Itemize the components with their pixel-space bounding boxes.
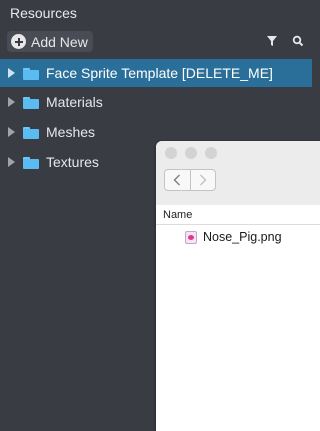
zoom-window-button[interactable] [205,147,217,159]
tree-item-face-sprite-template[interactable]: Face Sprite Template [DELETE_ME] [0,59,312,87]
minimize-window-button[interactable] [185,147,197,159]
history-nav [164,169,216,191]
resources-toolbar: Add New [0,29,312,55]
chevron-right-icon [199,174,207,186]
expand-caret-icon[interactable] [8,157,15,167]
chevron-left-icon [173,174,181,186]
file-name: Nose_Pig.png [203,230,282,244]
plus-circle-icon [11,34,26,49]
folder-icon [23,67,39,80]
panel-title: Resources [10,5,77,21]
tree-item-materials[interactable]: Materials [0,88,312,116]
forward-button[interactable] [189,170,216,190]
folder-icon [23,156,39,169]
file-row[interactable]: Nose_Pig.png [156,227,320,247]
expand-caret-icon[interactable] [8,68,15,78]
tree-item-label: Materials [46,94,103,110]
folder-icon [23,126,39,139]
add-new-label: Add New [31,33,88,50]
tree-item-label: Meshes [46,124,96,140]
tree-item-label: Textures [46,154,99,170]
file-picker-dialog: Name Nose_Pig.png [156,141,320,431]
close-window-button[interactable] [165,147,177,159]
name-column-header[interactable]: Name [156,205,320,225]
add-new-button[interactable]: Add New [7,31,93,52]
filter-icon[interactable] [266,35,278,47]
folder-icon [23,96,39,109]
back-button[interactable] [165,170,190,190]
expand-caret-icon[interactable] [8,97,15,107]
search-icon[interactable] [292,35,304,47]
dialog-titlebar [156,141,320,206]
expand-caret-icon[interactable] [8,127,15,137]
tree-item-label: Face Sprite Template [DELETE_ME] [46,65,273,81]
png-file-icon [185,230,197,244]
